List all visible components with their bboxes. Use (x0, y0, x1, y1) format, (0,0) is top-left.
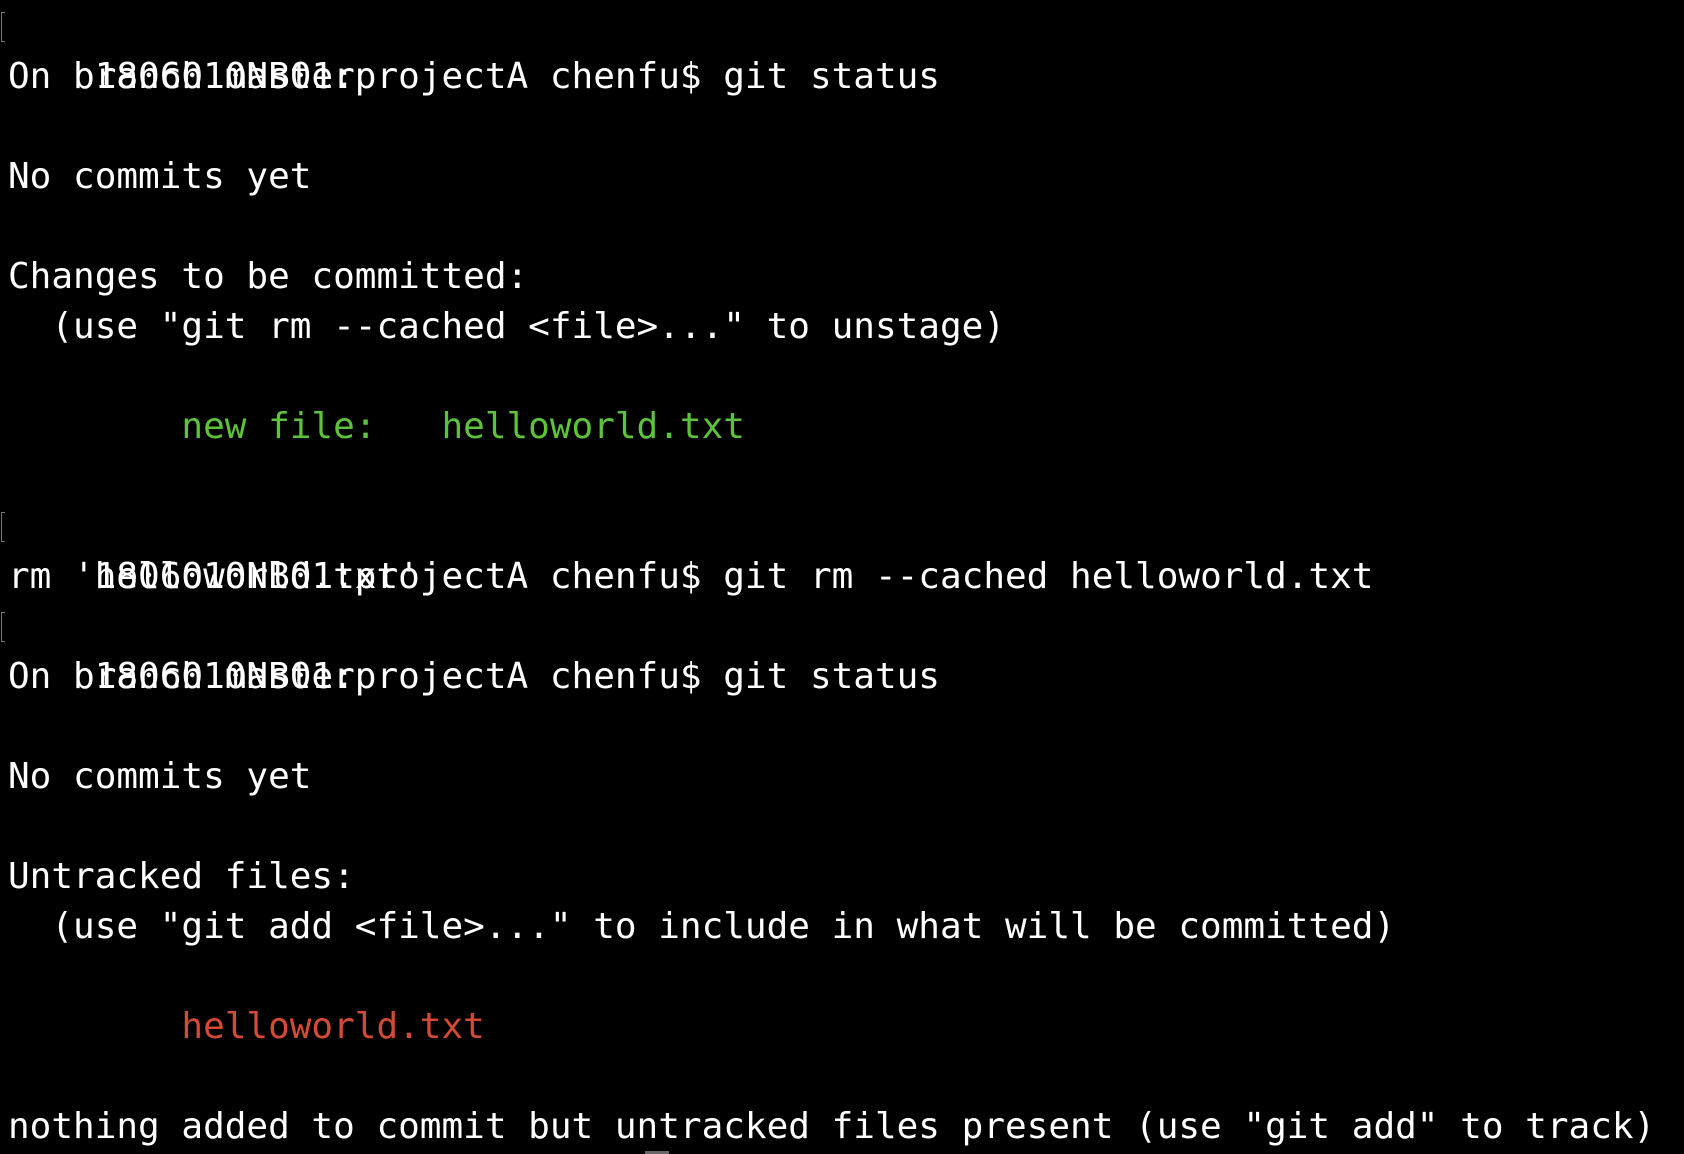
command-line: 1806010NB01:projectA chenfu$ git status (1, 2, 1684, 97)
prompt-mark-icon (1, 612, 5, 642)
staged-file-line: new file: helloworld.txt (8, 402, 1684, 452)
output-line: No commits yet (8, 156, 312, 197)
output-line: On branch master (8, 56, 355, 97)
terminal-window[interactable]: 1806010NB01:projectA chenfu$ git status … (0, 0, 1684, 1154)
output-line: (use "git rm --cached <file>..." to unst… (8, 306, 1005, 347)
prompt-mark-icon (1, 512, 5, 542)
output-line: Untracked files: (8, 856, 355, 897)
output-line: (use "git add <file>..." to include in w… (8, 906, 1396, 947)
output-line: Changes to be committed: (8, 256, 529, 297)
output-line: rm 'helloworld.txt' (8, 556, 420, 597)
output-line: nothing added to commit but untracked fi… (8, 1106, 1656, 1147)
prompt-mark-icon (1, 12, 5, 42)
output-line: No commits yet (8, 756, 312, 797)
output-line: On branch master (8, 656, 355, 697)
command-line: 1806010NB01:projectA chenfu$ git rm --ca… (1, 502, 1684, 597)
command-line: 1806010NB01:projectA chenfu$ git status (1, 602, 1684, 697)
untracked-file-line: helloworld.txt (8, 1002, 1684, 1052)
staged-file-entry: new file: helloworld.txt (181, 406, 745, 447)
untracked-file-entry: helloworld.txt (181, 1006, 485, 1047)
